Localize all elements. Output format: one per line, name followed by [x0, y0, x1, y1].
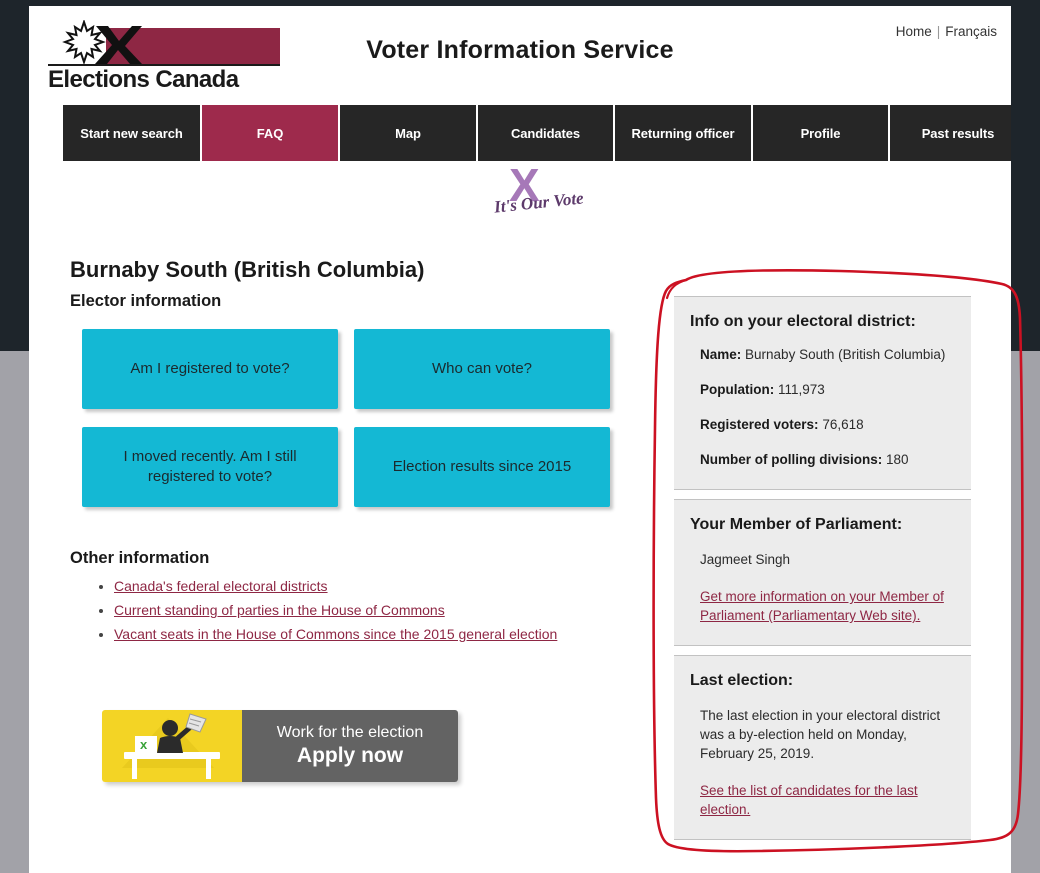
district-row-population-value: 111,973	[778, 382, 825, 397]
mp-name: Jagmeet Singh	[700, 552, 791, 567]
list-item: Current standing of parties in the House…	[114, 602, 630, 618]
banner-text: Work for the election Apply now	[242, 710, 458, 782]
nav-tab-faq[interactable]: FAQ	[202, 105, 338, 161]
nav-tab-returning-officer[interactable]: Returning officer	[615, 105, 751, 161]
nav-tab-profile[interactable]: Profile	[753, 105, 888, 161]
district-row-polling-divisions-key: Number of polling divisions:	[700, 452, 883, 467]
links-divider: |	[936, 24, 941, 39]
its-our-vote-logo: X It's Our Vote	[484, 162, 614, 225]
tile-i-moved-recently[interactable]: I moved recently. Am I still registered …	[82, 427, 338, 507]
banner-illustration: x	[102, 710, 242, 782]
panel-electoral-district-info: Info on your electoral district: Name: B…	[674, 296, 971, 490]
list-item: Vacant seats in the House of Commons sin…	[114, 626, 630, 642]
district-row-polling-divisions-value: 180	[886, 452, 909, 467]
district-row-registered-voters-value: 76,618	[822, 417, 864, 432]
other-information-list: Canada's federal electoral districts Cur…	[70, 578, 630, 642]
work-for-the-election-banner[interactable]: x Work for the election Apply now	[102, 710, 458, 782]
nav-tab-candidates[interactable]: Candidates	[478, 105, 613, 161]
elector-information-heading: Elector information	[70, 292, 222, 310]
banner-line-1: Work for the election	[276, 724, 424, 741]
district-row-name-value: Burnaby South (British Columbia)	[745, 347, 946, 362]
svg-text:x: x	[140, 737, 148, 752]
link-current-standing-of-parties[interactable]: Current standing of parties in the House…	[114, 602, 445, 618]
district-heading: Burnaby South (British Columbia)	[70, 256, 425, 282]
last-election-text: The last election in your electoral dist…	[700, 708, 941, 761]
nav-tab-past-results[interactable]: Past results	[890, 105, 1011, 161]
nav-tab-map[interactable]: Map	[340, 105, 476, 161]
list-item: Canada's federal electoral districts	[114, 578, 630, 594]
link-vacant-seats[interactable]: Vacant seats in the House of Commons sin…	[114, 626, 557, 642]
district-row-population: Population: 111,973	[700, 382, 955, 397]
district-row-population-key: Population:	[700, 382, 775, 397]
nav-tab-start-new-search[interactable]: Start new search	[63, 105, 200, 161]
tile-am-i-registered[interactable]: Am I registered to vote?	[82, 329, 338, 409]
district-row-name-key: Name:	[700, 347, 742, 362]
other-information-section: Other information Canada's federal elect…	[70, 549, 630, 642]
link-federal-electoral-districts[interactable]: Canada's federal electoral districts	[114, 578, 328, 594]
its-our-vote-tagline: It's Our Vote	[493, 188, 585, 217]
left-column: Elector information Am I registered to v…	[70, 292, 630, 650]
district-row-polling-divisions: Number of polling divisions: 180	[700, 452, 955, 467]
other-information-heading: Other information	[70, 549, 210, 567]
poll-worker-icon: x	[122, 713, 220, 779]
main-navigation: Start new search FAQ Map Candidates Retu…	[63, 105, 1011, 161]
panel-last-election: Last election: The last election in your…	[674, 655, 971, 840]
district-row-registered-voters-key: Registered voters:	[700, 417, 819, 432]
masthead: Elections Canada Voter Information Servi…	[29, 6, 1011, 98]
logo-wordmark: Elections Canada	[48, 64, 280, 93]
link-last-election-candidates[interactable]: See the list of candidates for the last …	[700, 781, 955, 819]
district-row-registered-voters: Registered voters: 76,618	[700, 417, 955, 432]
page-content: Elections Canada Voter Information Servi…	[29, 6, 1011, 873]
link-mp-more-information[interactable]: Get more information on your Member of P…	[700, 587, 955, 625]
tile-election-results-since-2015[interactable]: Election results since 2015	[354, 427, 610, 507]
tile-who-can-vote[interactable]: Who can vote?	[354, 329, 610, 409]
banner-line-2: Apply now	[296, 744, 404, 767]
home-link[interactable]: Home	[896, 24, 932, 39]
sidebar: Info on your electoral district: Name: B…	[674, 296, 971, 849]
last-election-panel-heading: Last election:	[690, 672, 794, 689]
elector-information-tiles: Am I registered to vote? Who can vote? I…	[82, 329, 630, 507]
district-panel-heading: Info on your electoral district:	[690, 313, 916, 330]
mp-panel-heading: Your Member of Parliament:	[690, 516, 903, 533]
utility-links: Home | Français	[896, 24, 997, 39]
panel-member-of-parliament: Your Member of Parliament: Jagmeet Singh…	[674, 499, 971, 646]
francais-link[interactable]: Français	[945, 24, 997, 39]
page-title: Voter Information Service	[366, 36, 674, 64]
district-row-name: Name: Burnaby South (British Columbia)	[700, 347, 955, 362]
